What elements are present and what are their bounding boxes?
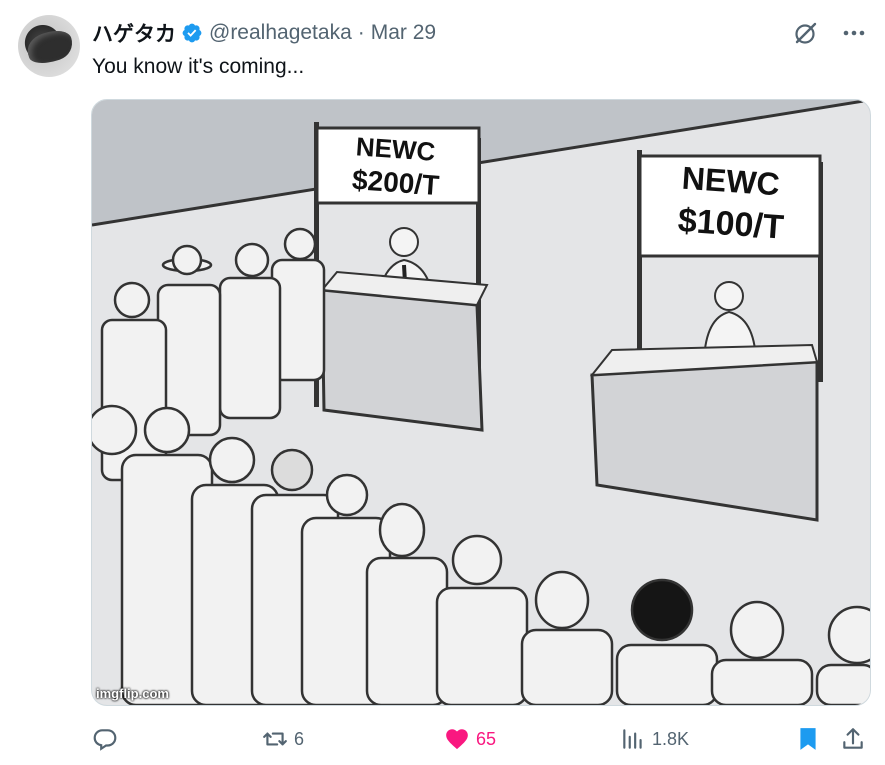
like-icon [446, 729, 468, 750]
tweet-image[interactable]: NEWC $200/T NEWC $100/T imgflip.com [91, 99, 871, 706]
views-button[interactable]: 1.8K [620, 722, 689, 756]
right-sign-line1: NEWC [681, 160, 781, 203]
views-icon [623, 729, 642, 749]
tweet-header: ハゲタカ @realhagetaka · Mar 29 [92, 20, 436, 46]
tweet-actions: 6 65 1.8K [92, 722, 872, 756]
share-icon [843, 728, 863, 749]
retweet-button[interactable]: 6 [262, 722, 304, 756]
retweet-icon [263, 732, 287, 746]
grok-icon[interactable] [793, 20, 819, 46]
handle[interactable]: @realhagetaka [209, 21, 352, 45]
imgflip-watermark: imgflip.com [96, 686, 169, 701]
meme-illustration: NEWC $200/T NEWC $100/T [92, 100, 870, 705]
left-sign-line2: $200/T [351, 164, 440, 201]
tweet-date[interactable]: Mar 29 [371, 21, 436, 45]
tweet-text: You know it's coming... [92, 55, 305, 78]
avatar[interactable] [18, 15, 80, 77]
retweet-count: 6 [294, 728, 305, 749]
tweet-top-actions [793, 20, 867, 46]
reply-button[interactable] [92, 722, 124, 756]
views-count: 1.8K [652, 728, 690, 749]
like-button[interactable]: 65 [444, 722, 496, 756]
like-count: 65 [476, 728, 497, 749]
left-sign-line1: NEWC [355, 131, 437, 166]
more-icon[interactable] [841, 20, 867, 46]
bookmark-icon [800, 728, 816, 750]
display-name[interactable]: ハゲタカ [92, 18, 176, 48]
reply-icon [93, 729, 117, 751]
verified-badge-icon [182, 23, 202, 43]
avatar-rock [23, 25, 77, 69]
bookmark-button[interactable] [795, 722, 821, 756]
separator-dot: · [357, 21, 365, 44]
right-sign-line2: $100/T [677, 201, 785, 246]
share-button[interactable] [840, 722, 866, 756]
